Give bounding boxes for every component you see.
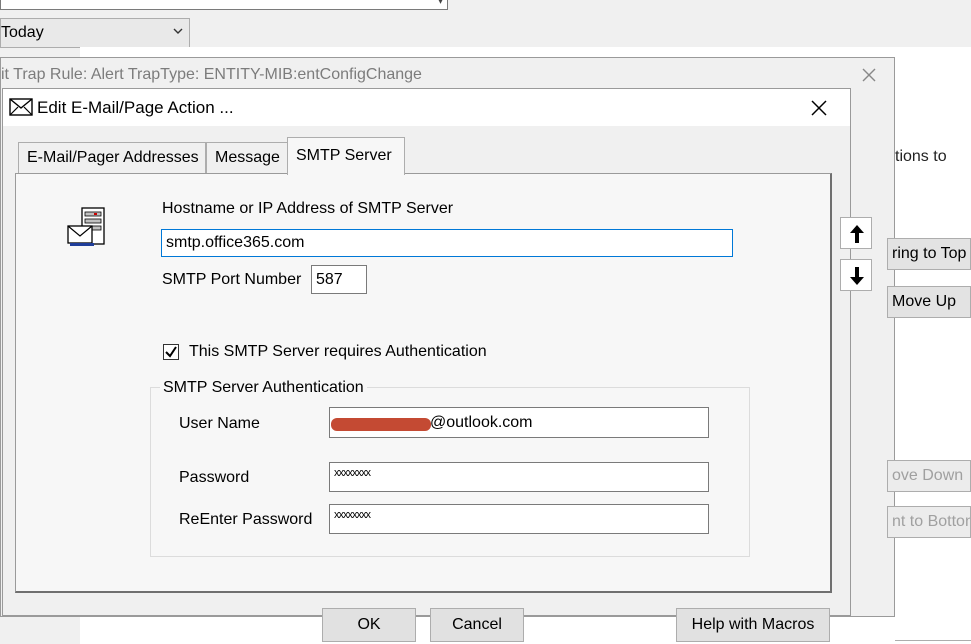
move-down-arrow-button[interactable] [840, 259, 872, 291]
arrow-up-icon [850, 225, 864, 243]
hostname-input[interactable]: smtp.office365.com [161, 229, 733, 257]
auth-group-label: SMTP Server Authentication [160, 379, 367, 397]
tab-smtp-server[interactable]: SMTP Server [287, 137, 405, 175]
reenter-password-input[interactable]: xxxxxxxx [329, 504, 709, 534]
move-up-arrow-button[interactable] [840, 217, 872, 249]
dialog-titlebar: Edit E-Mail/Page Action ... [2, 88, 851, 126]
help-macros-button[interactable]: Help with Macros [676, 608, 830, 642]
port-label: SMTP Port Number [162, 271, 302, 288]
date-range-value: Today [1, 24, 44, 41]
background-description-text: tions to [895, 148, 947, 165]
port-input[interactable]: 587 [311, 265, 367, 294]
cancel-button[interactable]: Cancel [430, 608, 524, 642]
tab-message[interactable]: Message [206, 142, 288, 174]
username-label: User Name [179, 415, 260, 432]
move-down-button[interactable]: ove Down [887, 460, 971, 492]
date-range-combo[interactable]: Today [0, 18, 190, 48]
background-top-field: ▾ [0, 0, 448, 10]
redaction-mark [331, 418, 431, 431]
close-icon[interactable] [808, 97, 830, 119]
arrow-down-icon [850, 267, 864, 285]
hostname-label: Hostname or IP Address of SMTP Server [162, 200, 454, 217]
mail-server-icon [67, 207, 105, 246]
envelope-icon [9, 98, 33, 116]
reenter-password-label: ReEnter Password [179, 511, 313, 528]
auth-checkbox[interactable] [163, 344, 179, 360]
password-label: Password [179, 469, 250, 486]
password-input[interactable]: xxxxxxxx [329, 462, 709, 492]
dialog-title: Edit E-Mail/Page Action ... [37, 98, 234, 117]
chevron-down-icon [173, 28, 183, 34]
checkmark-icon [165, 346, 177, 358]
ok-button[interactable]: OK [322, 608, 416, 642]
trap-rule-window-title: it Trap Rule: Alert TrapType: ENTITY-MIB… [1, 66, 422, 83]
bring-to-top-button[interactable]: ring to Top [887, 238, 971, 270]
auth-checkbox-label: This SMTP Server requires Authentication [189, 343, 487, 360]
move-up-button[interactable]: Move Up [887, 286, 971, 318]
move-to-bottom-button[interactable]: nt to Botton [887, 506, 971, 538]
divider [895, 640, 971, 641]
close-icon[interactable] [858, 64, 880, 86]
tab-email-pager-addresses[interactable]: E-Mail/Pager Addresses [18, 142, 206, 174]
chevron-down-icon: ▾ [437, 0, 443, 7]
